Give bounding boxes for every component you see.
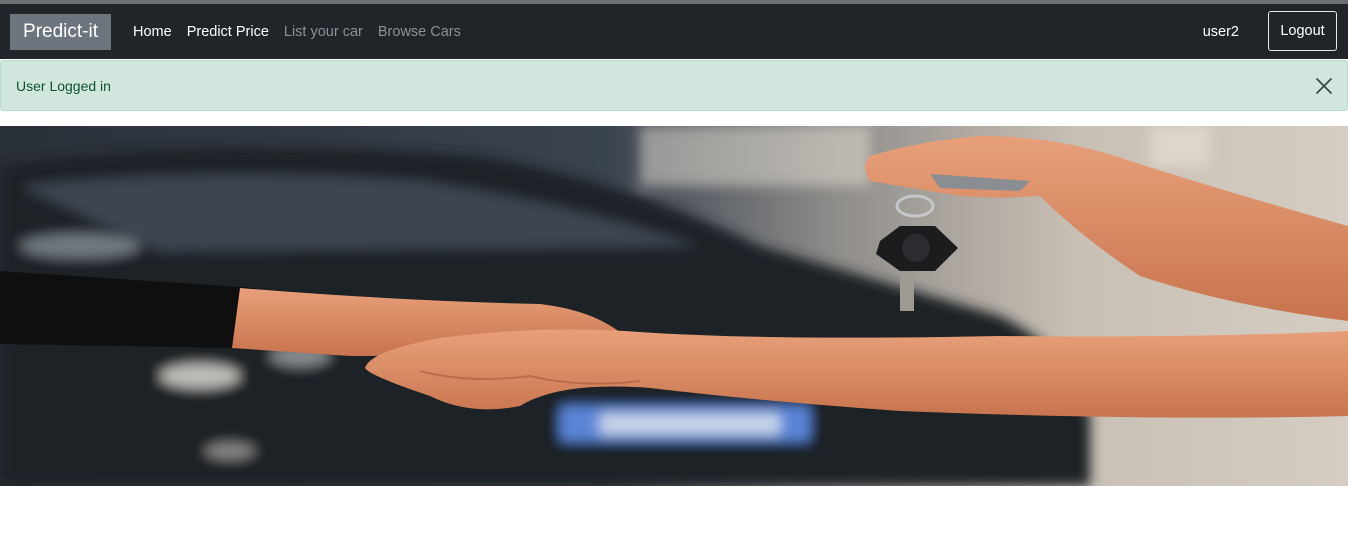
close-icon[interactable] (1315, 77, 1333, 95)
nav-link-list-your-car[interactable]: List your car (284, 24, 363, 40)
nav-links: Home Predict Price List your car Browse … (133, 4, 461, 59)
success-alert: User Logged in (0, 60, 1348, 111)
logout-button[interactable]: Logout (1268, 11, 1337, 51)
nav-link-home[interactable]: Home (133, 24, 172, 40)
nav-link-predict-price[interactable]: Predict Price (187, 24, 269, 40)
alert-message: User Logged in (16, 77, 111, 94)
brand-logo[interactable]: Predict-it (10, 14, 111, 50)
nav-link-browse-cars[interactable]: Browse Cars (378, 24, 461, 40)
username-label: user2 (1202, 23, 1239, 40)
car-keys-handshake-illustration (0, 126, 1348, 486)
navbar: Predict-it Home Predict Price List your … (0, 4, 1348, 59)
hero-image (0, 126, 1348, 486)
